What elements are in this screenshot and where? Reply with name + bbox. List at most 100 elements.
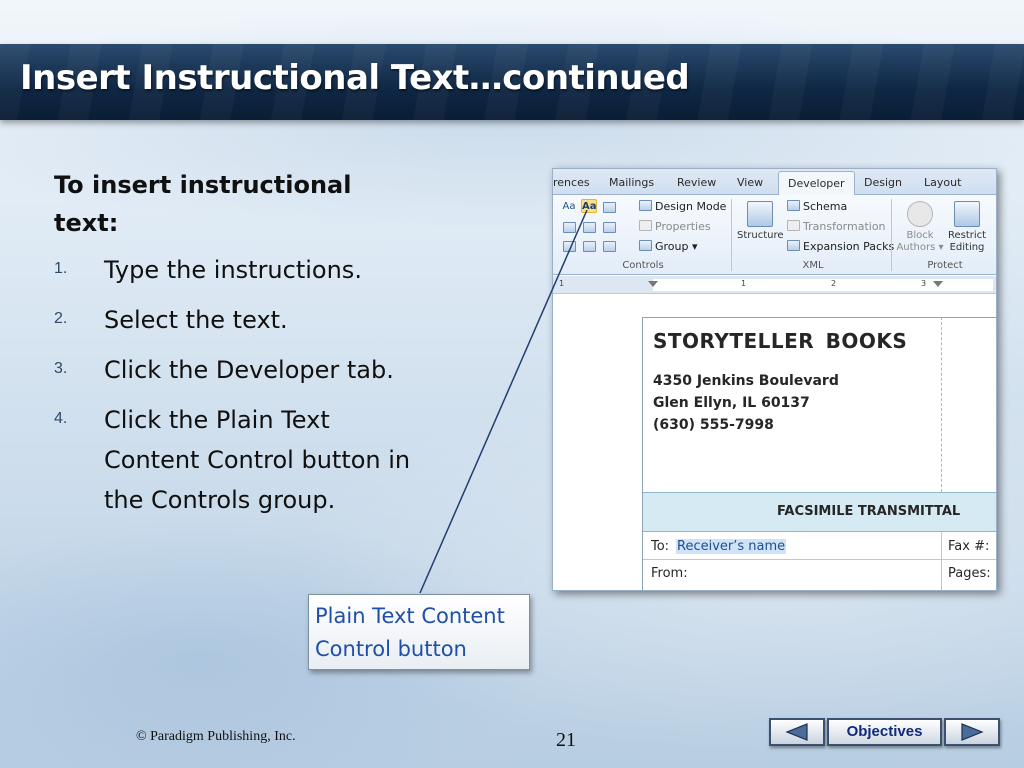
block-authors-label-2: Authors ▾ — [896, 242, 944, 253]
document-area[interactable]: STORYTELLER BOOKS 4350 Jenkins Boulevard… — [553, 295, 996, 590]
tab-layout[interactable]: Layout — [924, 176, 961, 189]
table-gridline — [941, 532, 942, 590]
expansion-packs-button[interactable]: Expansion Packs — [787, 240, 894, 253]
tab-design[interactable]: Design — [864, 176, 902, 189]
address-line: 4350 Jenkins Boulevard — [653, 373, 839, 389]
block-authors-icon — [907, 201, 933, 227]
restrict-editing-label-2: Editing — [949, 242, 985, 253]
xml-group-label: XML — [802, 260, 824, 271]
list-item: 2. Select the text. — [54, 300, 424, 340]
fax-title: FACSIMILE TRANSMITTAL — [777, 504, 961, 519]
structure-label: Structure — [737, 230, 784, 241]
picture-control-icon[interactable] — [603, 202, 616, 213]
controls-group-label: Controls — [622, 260, 664, 271]
date-picker-control-icon[interactable] — [563, 241, 576, 252]
restrict-editing-button[interactable]: Restrict Editing — [945, 201, 989, 254]
step-text: Select the text. — [104, 306, 288, 334]
previous-slide-button[interactable] — [769, 718, 825, 746]
plain-text-control-icon[interactable]: Aa — [581, 199, 597, 213]
combo-box-control-icon[interactable] — [583, 222, 596, 233]
right-indent-marker[interactable] — [933, 281, 943, 287]
from-label: From: — [651, 566, 688, 581]
indent-marker[interactable] — [648, 281, 658, 287]
pages-label: Pages: — [948, 566, 991, 581]
horizontal-ruler[interactable]: 1 1 2 3 — [553, 276, 996, 294]
expansion-packs-label: Expansion Packs — [803, 240, 895, 253]
tab-developer[interactable]: Developer — [778, 171, 855, 196]
structure-button[interactable]: Structure — [737, 201, 784, 242]
phone-line: (630) 555-7998 — [653, 417, 774, 433]
list-item: 1. Type the instructions. — [54, 250, 424, 290]
objectives-button[interactable]: Objectives — [827, 718, 942, 746]
word-screenshot: rences Mailings Review View Developer De… — [552, 168, 997, 591]
arrow-left-icon — [785, 723, 808, 741]
check-box-control-icon[interactable] — [583, 241, 596, 252]
page-number: 21 — [556, 729, 576, 751]
step-number: 3. — [54, 360, 68, 377]
company-name: STORYTELLER BOOKS — [653, 329, 908, 353]
design-mode-icon — [639, 200, 652, 211]
ribbon-tabs: rences Mailings Review View Developer De… — [553, 169, 996, 196]
list-item: 3. Click the Developer tab. — [54, 350, 424, 390]
transformation-icon — [787, 220, 800, 231]
lock-document-icon — [954, 201, 980, 227]
group-divider — [891, 199, 892, 271]
drop-down-control-icon[interactable] — [603, 222, 616, 233]
properties-button[interactable]: Properties — [639, 220, 711, 233]
ribbon: Aa Aa Design Mode Properties Group ▾ Con… — [553, 195, 996, 275]
step-text: Click the Developer tab. — [104, 356, 394, 384]
ruler-number: 2 — [831, 279, 837, 288]
fax-number-label: Fax #: — [948, 539, 990, 554]
step-number: 4. — [54, 410, 68, 427]
schema-icon — [787, 200, 800, 211]
ruler-number: 3 — [921, 279, 927, 288]
address-line: Glen Ellyn, IL 60137 — [653, 395, 810, 411]
to-label: To: — [651, 539, 670, 554]
slide-title: Insert Instructional Text…continued — [20, 58, 690, 98]
fax-title-band: FACSIMILE TRANSMITTAL — [643, 492, 996, 532]
group-icon — [639, 240, 652, 251]
tab-mailings[interactable]: Mailings — [609, 176, 654, 189]
table-gridline — [941, 317, 942, 492]
callout-box: Plain Text Content Control button — [308, 594, 530, 670]
transformation-button[interactable]: Transformation — [787, 220, 886, 233]
instructions-heading: To insert instructional text: — [54, 171, 352, 237]
restrict-editing-label-1: Restrict — [947, 230, 987, 241]
properties-icon — [639, 220, 652, 231]
tab-view[interactable]: View — [737, 176, 763, 189]
design-mode-button[interactable]: Design Mode — [639, 200, 726, 213]
protect-group-label: Protect — [927, 260, 963, 271]
next-slide-button[interactable] — [944, 718, 1000, 746]
page-edge — [642, 317, 643, 590]
tab-references[interactable]: rences — [553, 176, 590, 189]
group-label: Group ▾ — [655, 240, 698, 253]
receiver-name-content-control[interactable]: Receiver’s name — [676, 539, 787, 554]
transformation-label: Transformation — [803, 220, 886, 233]
step-number: 2. — [54, 310, 68, 327]
table-row-divider — [643, 559, 996, 560]
ruler-number: 1 — [741, 279, 747, 288]
tab-review[interactable]: Review — [677, 176, 716, 189]
schema-button[interactable]: Schema — [787, 200, 847, 213]
arrow-right-icon — [961, 723, 984, 741]
design-mode-label: Design Mode — [655, 200, 727, 213]
group-divider — [731, 199, 732, 271]
steps-list: 1. Type the instructions. 2. Select the … — [54, 250, 424, 530]
structure-icon — [747, 201, 773, 227]
ruler-number: 1 — [559, 279, 565, 288]
step-number: 1. — [54, 260, 68, 277]
expansion-packs-icon — [787, 240, 800, 251]
block-authors-button[interactable]: Block Authors ▾ — [895, 201, 945, 254]
properties-label: Properties — [655, 220, 711, 233]
title-band: Insert Instructional Text…continued — [0, 44, 1024, 120]
legacy-tools-icon[interactable] — [603, 241, 616, 252]
step-text: Type the instructions. — [104, 256, 362, 284]
building-block-control-icon[interactable] — [563, 222, 576, 233]
copyright-notice: © Paradigm Publishing, Inc. — [136, 729, 296, 744]
step-text: Click the Plain Text Content Control but… — [104, 406, 411, 514]
page-edge — [642, 317, 996, 318]
schema-label: Schema — [803, 200, 848, 213]
group-button[interactable]: Group ▾ — [639, 240, 698, 253]
rich-text-control-icon[interactable]: Aa — [561, 200, 577, 214]
block-authors-label-1: Block — [906, 230, 934, 241]
